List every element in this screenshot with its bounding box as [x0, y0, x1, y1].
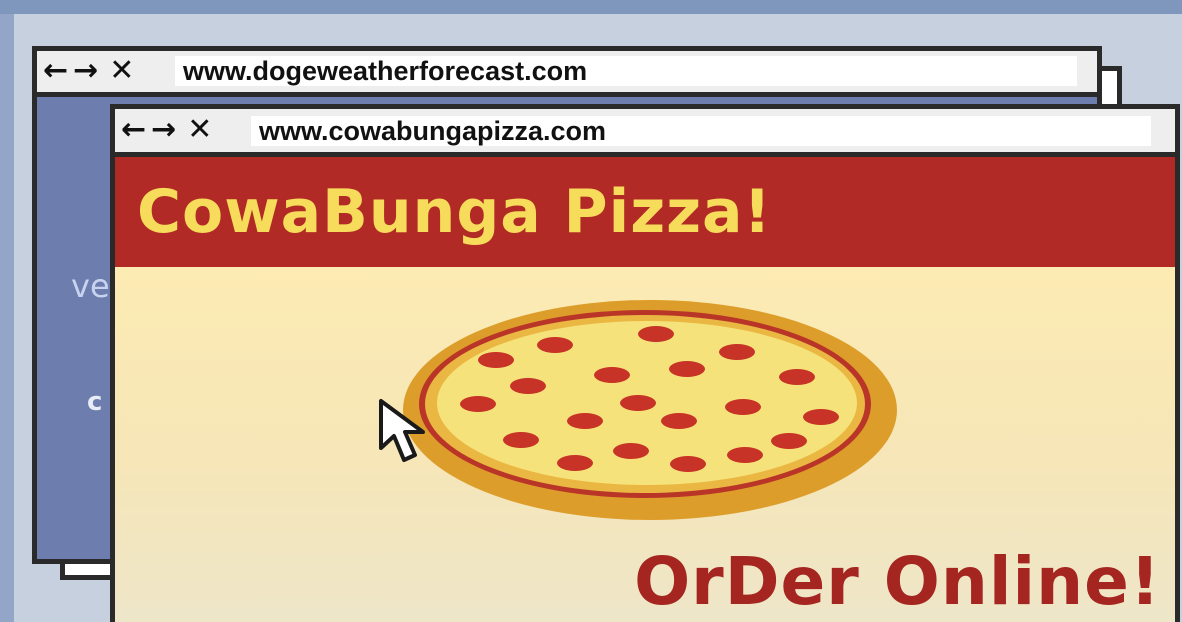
close-icon[interactable]: ✕ — [109, 53, 135, 88]
arrow-forward-icon[interactable]: → — [73, 53, 99, 88]
address-bar[interactable]: www.dogeweatherforecast.com — [175, 56, 1077, 86]
browser-toolbar: ← → ✕ www.dogeweatherforecast.com — [37, 51, 1097, 97]
partial-page-text-2: c — [87, 387, 103, 417]
arrow-back-icon[interactable]: ← — [43, 53, 69, 88]
partial-page-text: ve — [71, 267, 110, 305]
mouse-cursor-icon — [379, 399, 425, 462]
cowabunga-pizza-browser-window[interactable]: ← → ✕ www.cowabungapizza.com CowaBunga Piz… — [110, 104, 1180, 622]
screen-top-strip — [0, 0, 1182, 14]
screen-left-border — [0, 14, 14, 622]
order-online-button[interactable]: OrDer Online! — [634, 543, 1161, 620]
nav-buttons: ← → ✕ — [43, 53, 139, 88]
